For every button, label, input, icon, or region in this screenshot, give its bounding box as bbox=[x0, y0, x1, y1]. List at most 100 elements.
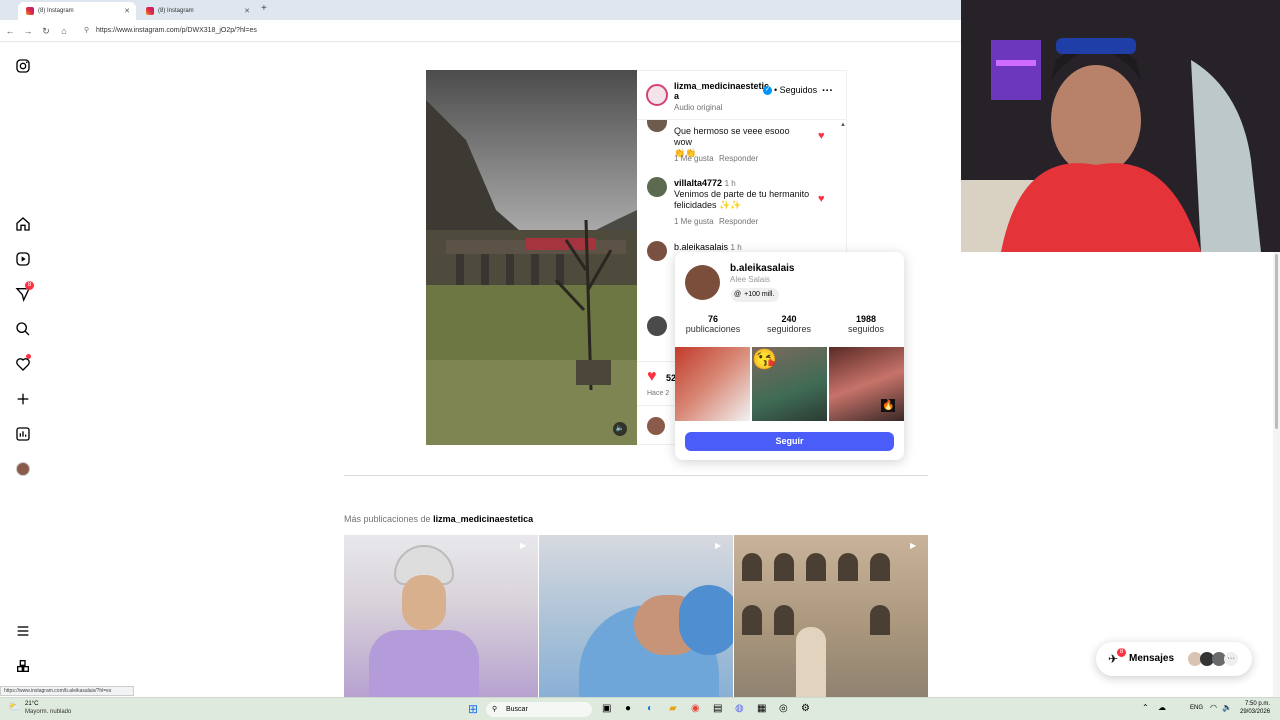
windows-taskbar: ⛅ 21°C Mayorm. nublado ⊞ ⚲ Buscar ▣ ● ◐ … bbox=[0, 697, 1280, 720]
popup-thumbnail[interactable]: 😘 bbox=[752, 347, 827, 421]
messages-button[interactable]: ✈ 8 Mensajes ··· bbox=[1096, 642, 1252, 676]
folder-icon[interactable]: ▰ bbox=[669, 703, 677, 714]
more-apps-icon[interactable] bbox=[12, 655, 34, 677]
browser-tab-bar: (8) Instagram ✕ (8) Instagram ✕ + bbox=[0, 0, 961, 20]
instagram-favicon-icon bbox=[146, 7, 154, 15]
popup-thumbnail[interactable]: 🔥 bbox=[829, 347, 904, 421]
comment-avatar[interactable] bbox=[647, 120, 667, 132]
reload-icon[interactable]: ↻ bbox=[40, 25, 52, 37]
author-username-wrap[interactable]: a bbox=[674, 91, 679, 101]
page-scrollbar[interactable] bbox=[1273, 252, 1280, 697]
direct-messages-icon[interactable]: 8 bbox=[12, 281, 34, 305]
reply-button[interactable]: Responder bbox=[719, 217, 758, 226]
reply-button[interactable]: Responder bbox=[719, 154, 758, 163]
more-options-icon[interactable]: ··· bbox=[822, 85, 833, 97]
instagram-logo-icon[interactable] bbox=[12, 55, 34, 77]
grid-post[interactable]: ▶ bbox=[539, 535, 733, 697]
wifi-icon[interactable]: ◠ bbox=[1210, 703, 1217, 712]
discord-icon[interactable]: ◍ bbox=[735, 703, 744, 714]
comment-header: villalta4772 1 h bbox=[674, 178, 736, 188]
steam-icon[interactable]: ◎ bbox=[779, 703, 788, 714]
threads-icon: @ bbox=[734, 291, 742, 298]
forward-icon[interactable]: → bbox=[22, 25, 34, 37]
tray-chevron-icon[interactable]: ⌃ bbox=[1142, 703, 1149, 712]
comment-like-icon[interactable]: ♥ bbox=[818, 193, 825, 205]
create-plus-icon[interactable] bbox=[12, 388, 34, 410]
windows-start-icon[interactable]: ⊞ bbox=[468, 702, 478, 716]
comment-text: Venimos de parte de tu hermanito felicid… bbox=[674, 189, 810, 210]
reel-icon: ▶ bbox=[715, 541, 722, 550]
app-icon[interactable]: ● bbox=[625, 703, 631, 714]
post-media[interactable]: 🔈 bbox=[426, 70, 637, 445]
grid-post[interactable]: ▶ bbox=[344, 535, 538, 697]
comment-avatar[interactable] bbox=[647, 316, 667, 336]
threads-badge[interactable]: @ +100 mill. bbox=[731, 288, 780, 302]
mute-icon[interactable]: 🔈 bbox=[613, 422, 627, 436]
settings-icon[interactable]: ⚙ bbox=[801, 703, 810, 714]
volume-icon[interactable]: 🔈 bbox=[1222, 703, 1232, 712]
audio-label[interactable]: Audio original bbox=[674, 103, 722, 112]
popup-username[interactable]: b.aleikasalais bbox=[730, 263, 795, 274]
browser-tab[interactable]: (8) Instagram ✕ bbox=[18, 2, 136, 20]
menu-icon[interactable] bbox=[12, 620, 34, 642]
weather-desc[interactable]: Mayorm. nublado bbox=[25, 709, 71, 715]
grid-post[interactable]: ▶ bbox=[734, 535, 928, 697]
comment-like-icon[interactable]: ♥ bbox=[818, 130, 825, 142]
clock-time[interactable]: 7:50 p.m. bbox=[1245, 701, 1270, 707]
home-icon[interactable]: ⌂ bbox=[58, 25, 70, 37]
url-input[interactable]: ⚲ https://www.instagram.com/p/DWX318_jO2… bbox=[82, 24, 942, 38]
back-icon[interactable]: ← bbox=[4, 25, 16, 37]
search-icon: ⚲ bbox=[492, 706, 498, 713]
scroll-up-icon[interactable]: ▲ bbox=[840, 122, 846, 128]
popup-thumbnail[interactable] bbox=[675, 347, 750, 421]
more-posts-heading: Más publicaciones de lizma_medicinaestet… bbox=[344, 514, 534, 524]
comment-likes[interactable]: 1 Me gusta bbox=[674, 154, 714, 163]
comment-likes[interactable]: 1 Me gusta bbox=[674, 217, 714, 226]
stat-followers[interactable]: 240 seguidores bbox=[751, 314, 827, 334]
popup-fullname: Alee Salais bbox=[730, 275, 771, 284]
browser-tab[interactable]: (8) Instagram ✕ bbox=[138, 2, 256, 20]
new-tab-icon[interactable]: + bbox=[261, 3, 267, 14]
taskbar-search-input[interactable]: ⚲ Buscar bbox=[486, 702, 592, 717]
tray-icon[interactable]: ☁ bbox=[1158, 703, 1166, 712]
webcam-overlay bbox=[961, 0, 1280, 252]
messages-label: Mensajes bbox=[1129, 653, 1175, 664]
stat-following[interactable]: 1988 seguidos bbox=[828, 314, 904, 334]
profile-avatar[interactable] bbox=[12, 458, 34, 480]
follow-button[interactable]: Seguir bbox=[685, 432, 894, 451]
close-tab-icon[interactable]: ✕ bbox=[124, 7, 130, 15]
instagram-favicon-icon bbox=[26, 7, 34, 15]
tab-label: (8) Instagram bbox=[158, 8, 194, 14]
language-indicator[interactable]: ENG bbox=[1190, 705, 1203, 711]
more-posts-user-link[interactable]: lizma_medicinaestetica bbox=[433, 514, 533, 524]
home-nav-icon[interactable] bbox=[12, 213, 34, 235]
weather-icon: ⛅ bbox=[8, 702, 21, 713]
edge-icon[interactable]: ◐ bbox=[647, 703, 653, 714]
weather-temp[interactable]: 21°C bbox=[25, 701, 38, 707]
heart-nav-icon[interactable] bbox=[12, 353, 34, 375]
dashboard-icon[interactable] bbox=[12, 423, 34, 445]
like-post-icon[interactable]: ♥ bbox=[647, 368, 657, 386]
app-icon[interactable]: ▤ bbox=[713, 703, 722, 714]
chrome-icon[interactable]: ◉ bbox=[691, 703, 700, 714]
reels-icon[interactable] bbox=[12, 248, 34, 270]
close-tab-icon[interactable]: ✕ bbox=[244, 7, 250, 15]
comment-avatar[interactable] bbox=[647, 177, 667, 197]
app-icon[interactable]: ▦ bbox=[757, 703, 766, 714]
author-username[interactable]: lizma_medicinaestetic bbox=[674, 81, 769, 91]
popup-avatar[interactable] bbox=[685, 265, 720, 300]
post-time: Hace 2 bbox=[647, 390, 670, 397]
clock-date[interactable]: 29/03/2026 bbox=[1240, 709, 1270, 715]
site-info-icon[interactable]: ⚲ bbox=[84, 24, 89, 38]
search-icon[interactable] bbox=[12, 318, 34, 340]
stat-posts: 76 publicaciones bbox=[685, 314, 741, 334]
messages-badge: 8 bbox=[1117, 648, 1126, 657]
reel-icon: ▶ bbox=[520, 541, 527, 550]
comment-avatar[interactable] bbox=[647, 241, 667, 261]
author-avatar[interactable] bbox=[646, 84, 668, 106]
task-view-icon[interactable]: ▣ bbox=[602, 703, 611, 714]
address-bar-row: ← → ↻ ⌂ ⚲ https://www.instagram.com/p/DW… bbox=[0, 20, 961, 42]
verified-badge-icon: ✓ bbox=[763, 86, 772, 95]
following-status[interactable]: • Seguidos bbox=[774, 85, 817, 95]
fire-icon: 🔥 bbox=[881, 399, 896, 412]
